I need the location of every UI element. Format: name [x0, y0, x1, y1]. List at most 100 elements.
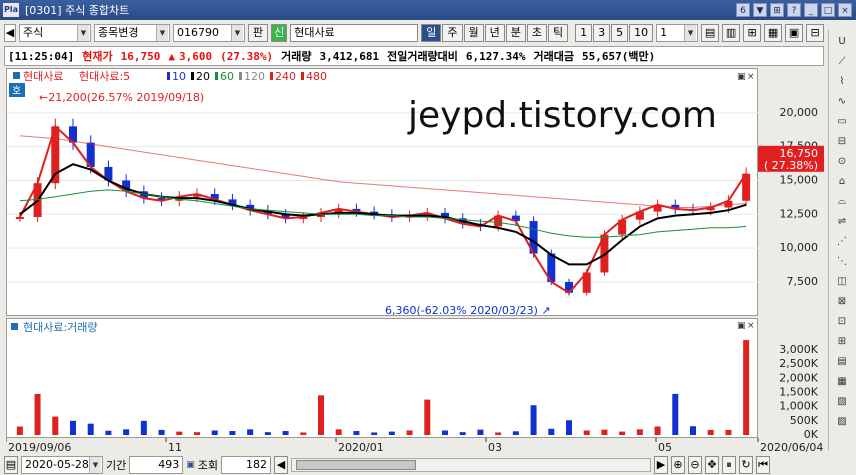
save-icon[interactable]: ▣ [785, 24, 804, 42]
first-icon[interactable]: ⏮ [756, 456, 771, 474]
period-tab-2[interactable]: 월 [463, 24, 484, 42]
price-change-pct: (27.38%) [220, 49, 274, 63]
start-date-input[interactable]: 2020-05-28 [21, 456, 103, 474]
pane-max-icon: ▣ [737, 72, 746, 82]
window-controls: 6 ▼ ⊞? _ □ × [736, 3, 852, 17]
price-tick-label: 20,000 [780, 106, 819, 119]
period-input[interactable]: 493 [129, 456, 184, 474]
period-tab-1[interactable]: 주 [442, 24, 463, 42]
amount-value: 55,657(백만) [582, 50, 656, 63]
date-axis: 2019/09/06 11 2020/01 03 05 2020/06/04 [6, 438, 823, 454]
volume-bar [229, 431, 236, 435]
window-control-3[interactable]: ? [787, 3, 801, 17]
window-control-4[interactable]: _ [804, 3, 818, 17]
volume-tick-label: 1,000K [779, 400, 818, 413]
window-control-1[interactable]: ▼ [753, 3, 767, 17]
low-annotation: 6,360(-62.03% 2020/03/23) ↗ [385, 304, 551, 317]
period-tab-6[interactable]: 틱 [548, 24, 569, 42]
date-tick-label: 2019/09/06 [8, 441, 71, 454]
volume-bar [566, 420, 572, 435]
change-stock-select[interactable]: 종목변경 [94, 24, 170, 42]
query-input[interactable]: 182 [221, 456, 272, 474]
interval-button-2[interactable]: 5 [611, 24, 629, 42]
candle [15, 217, 24, 219]
quote-bar: [11:25:04] 현재가 16,750 ▲ 3,600 (27.38%) 거… [4, 46, 824, 66]
sin-badge[interactable]: 신 [271, 24, 288, 42]
pan-icon[interactable]: ✥ [705, 456, 720, 474]
tool-icon-11[interactable]: ⋱ [832, 254, 852, 270]
menu-arrow-icon[interactable]: ◀ [4, 24, 16, 42]
tool-icon-1[interactable]: ⟋ [832, 54, 852, 70]
stock-code-input[interactable]: 016790 [173, 24, 245, 42]
tool-icon-5[interactable]: ⊟ [832, 134, 852, 150]
period-tab-5[interactable]: 초 [526, 24, 547, 42]
options-icon[interactable]: ⊟ [806, 24, 825, 42]
window-control-0[interactable]: 6 [736, 3, 750, 17]
interval-button-0[interactable]: 1 [575, 24, 593, 42]
window-control-6[interactable]: × [838, 3, 852, 17]
tool-icon-10[interactable]: ⋰ [832, 234, 852, 250]
tool-icon-7[interactable]: ⌂ [832, 174, 852, 190]
scroll-left-icon[interactable]: ◀ [274, 456, 289, 474]
tool-icon-15[interactable]: ⊞ [832, 334, 852, 350]
refresh-icon[interactable]: ↻ [739, 456, 754, 474]
indicator-icon[interactable]: ▥ [722, 24, 741, 42]
volume-bar [601, 429, 608, 435]
legend-ma-20: 20 [196, 70, 210, 83]
price-axis: 20,00017,50015,00012,50010,0007,50016,75… [758, 106, 824, 288]
query-icon[interactable]: ▣ [186, 460, 195, 470]
volume-bar [743, 340, 750, 435]
market-select[interactable]: 주식 [19, 24, 91, 42]
volume-bar [495, 432, 502, 435]
legend-name: 현대사료 [23, 70, 63, 83]
period-tab-4[interactable]: 분 [505, 24, 526, 42]
tool-icon-12[interactable]: ◫ [832, 274, 852, 290]
interval-button-3[interactable]: 10 [629, 24, 654, 42]
tool-icon-19[interactable]: ▨ [832, 414, 852, 430]
app-logo-icon: Pla [3, 3, 19, 17]
pan-button[interactable]: 판 [248, 24, 269, 42]
interval-button-1[interactable]: 3 [593, 24, 611, 42]
volume-pane-close-icon: × [747, 321, 755, 331]
volume-tick-label: 0K [804, 428, 819, 438]
prev-ratio-label: 전일거래량대비 [387, 50, 458, 63]
period-tab-3[interactable]: 년 [484, 24, 505, 42]
tool-icon-0[interactable]: U [832, 34, 852, 50]
scroll-thumb[interactable] [296, 460, 417, 470]
tool-icon-13[interactable]: ⊠ [832, 294, 852, 310]
tool-icon-2[interactable]: ⌇ [832, 74, 852, 90]
volume-bar [123, 429, 130, 435]
volume-chart-pane[interactable]: 현대사료:거래량 ▣ × [6, 318, 758, 438]
volume-bar [70, 420, 76, 435]
scroll-right-icon[interactable]: ▶ [654, 456, 669, 474]
scrollbar[interactable] [291, 458, 652, 472]
layout-icon[interactable]: ▦ [764, 24, 783, 42]
zoom-in-icon[interactable]: ⊕ [671, 456, 686, 474]
volume-chart[interactable]: 현대사료:거래량 ▣ × [7, 319, 759, 439]
volume-bar [725, 429, 732, 435]
tool-icon-8[interactable]: ⌓ [832, 194, 852, 210]
volume-bar [477, 429, 484, 435]
period-tab-0[interactable]: 일 [421, 24, 442, 42]
tool-icon-16[interactable]: ▤ [832, 354, 852, 370]
tool-icon-17[interactable]: ▦ [832, 374, 852, 390]
volume-bar [406, 430, 413, 435]
calendar-icon[interactable]: ▤ [4, 456, 18, 474]
chart-settings-icon[interactable]: ▤ [701, 24, 720, 42]
volume-tick-label: 3,000K [779, 343, 818, 356]
window-control-5[interactable]: □ [821, 3, 835, 17]
tool-icon-14[interactable]: ⊡ [832, 314, 852, 330]
pane-close-icon: × [747, 72, 755, 82]
volume-bar [530, 405, 537, 435]
window-control-2[interactable]: ⊞ [770, 3, 784, 17]
interval-input[interactable]: 1 [656, 24, 699, 42]
grid-icon[interactable]: ⊞ [743, 24, 762, 42]
tool-icon-6[interactable]: ⊙ [832, 154, 852, 170]
tool-icon-18[interactable]: ▧ [832, 394, 852, 410]
pause-icon[interactable]: ⏸ [722, 456, 737, 474]
volume-bar [34, 393, 41, 435]
tool-icon-9[interactable]: ⇌ [832, 214, 852, 230]
tool-icon-3[interactable]: ∿ [832, 94, 852, 110]
tool-icon-4[interactable]: ▭ [832, 114, 852, 130]
zoom-out-icon[interactable]: ⊖ [688, 456, 703, 474]
